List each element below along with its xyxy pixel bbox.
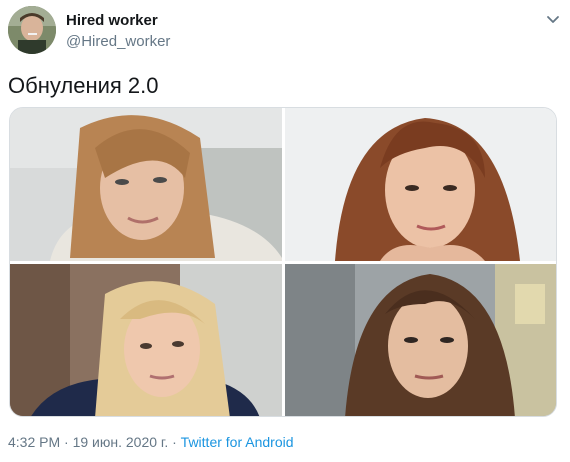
tweet-header: Hired worker @Hired_worker <box>8 6 562 56</box>
tweet-date[interactable]: 19 июн. 2020 г. <box>73 434 169 450</box>
media-photo-3[interactable] <box>10 264 282 416</box>
author-names: Hired worker @Hired_worker <box>66 12 170 51</box>
author-display-name[interactable]: Hired worker <box>66 12 170 30</box>
avatar-image <box>8 6 56 54</box>
tweet-source-link[interactable]: Twitter for Android <box>181 434 294 450</box>
media-photo-1[interactable] <box>10 108 282 261</box>
author-handle[interactable]: @Hired_worker <box>66 32 170 51</box>
chevron-down-icon[interactable] <box>544 10 562 28</box>
footer-separator: · <box>168 434 181 450</box>
tweet-text: Обнуления 2.0 <box>8 73 159 98</box>
photo-woman-auburn-hair-icon <box>285 108 556 261</box>
tweet-footer: 4:32 PM · 19 июн. 2020 г. · Twitter for … <box>8 433 294 451</box>
photo-woman-dark-brown-hair-icon <box>285 264 556 416</box>
tweet-time[interactable]: 4:32 PM <box>8 434 60 450</box>
footer-separator: · <box>60 434 73 450</box>
media-photo-2[interactable] <box>285 108 556 261</box>
media-grid <box>9 107 557 417</box>
photo-woman-light-brown-hair-icon <box>10 108 282 261</box>
photo-woman-blonde-hair-icon <box>10 264 282 416</box>
author-avatar[interactable] <box>8 6 56 54</box>
media-photo-4[interactable] <box>285 264 556 416</box>
